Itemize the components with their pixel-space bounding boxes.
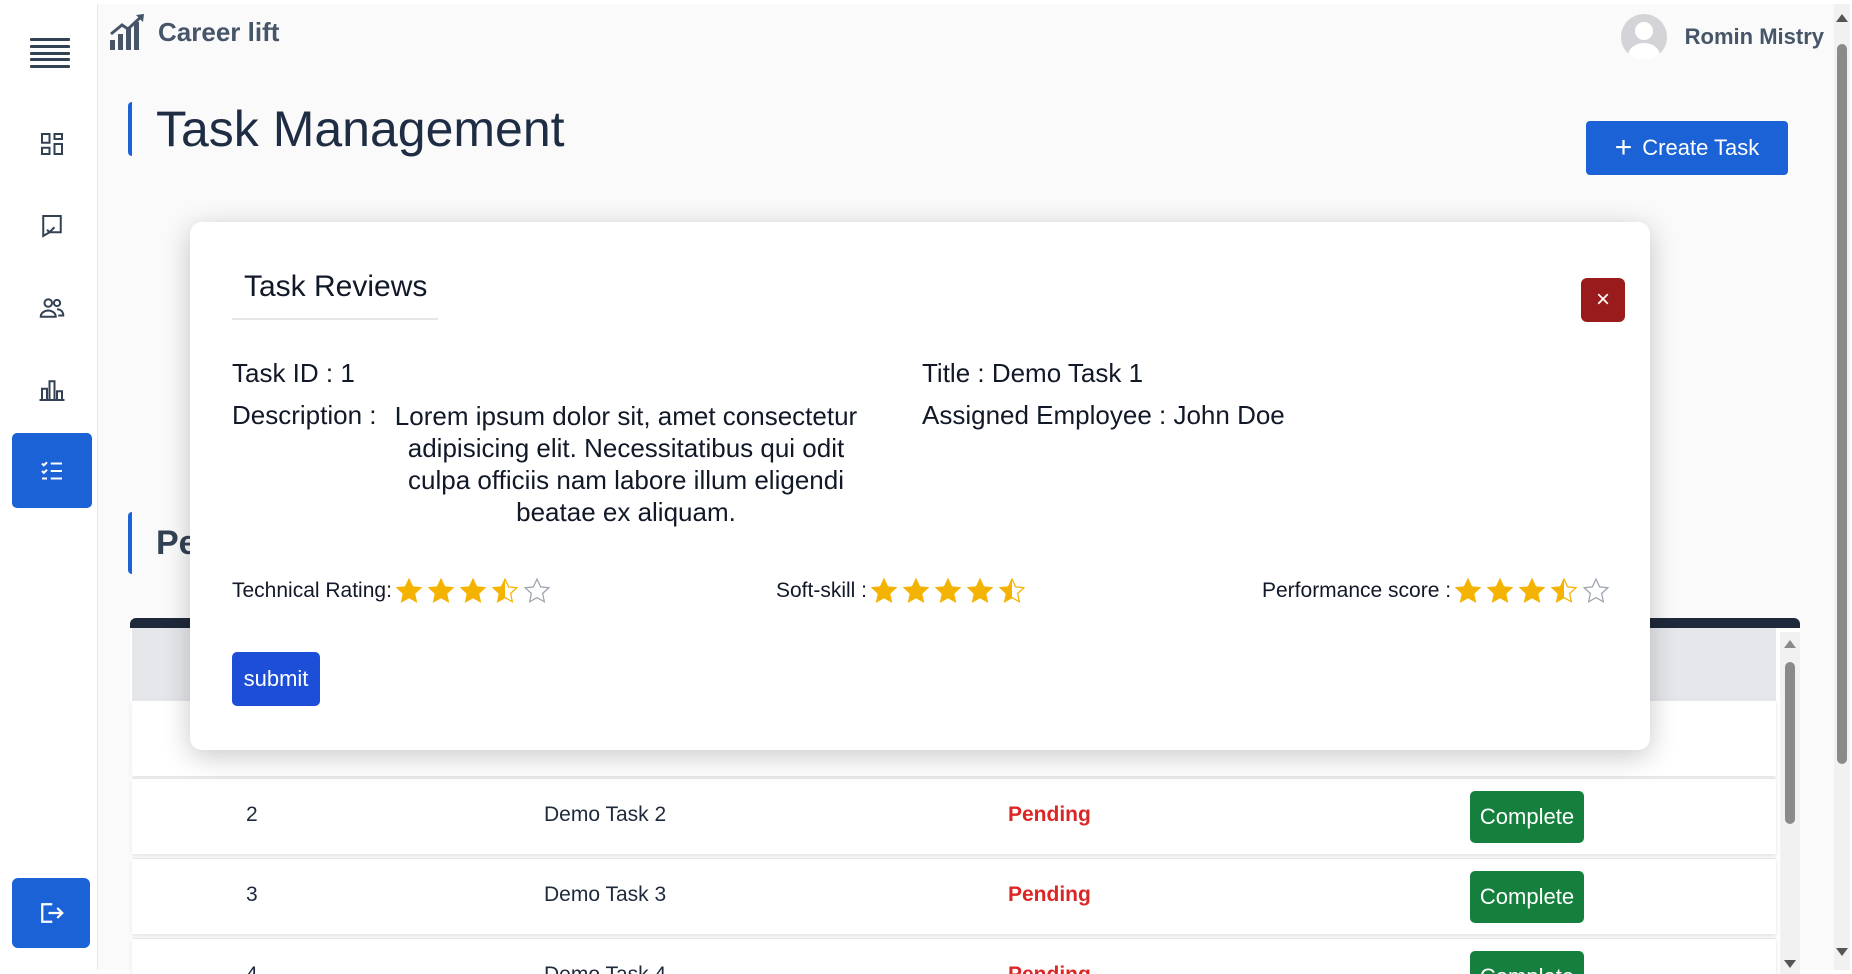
task-id-field: Task ID : 1: [232, 358, 355, 388]
description-text: Lorem ipsum dolor sit, amet consectetur …: [394, 401, 858, 527]
plus-icon: +: [1614, 131, 1633, 164]
logout-icon: [41, 903, 64, 923]
task-review-modal: Task Reviews × Task ID : 1 Title : Demo …: [190, 222, 1650, 750]
scroll-up-arrow-icon[interactable]: [1784, 640, 1796, 648]
star-rating[interactable]: [394, 576, 554, 606]
scroll-down-arrow-icon[interactable]: [1836, 948, 1848, 956]
star-full-icon[interactable]: [965, 576, 997, 606]
complete-button[interactable]: Complete: [1470, 791, 1584, 843]
star-full-icon[interactable]: [901, 576, 933, 606]
page-scrollbar[interactable]: [1834, 4, 1850, 970]
star-full-icon[interactable]: [458, 576, 490, 606]
bar-chart-icon: [39, 380, 65, 401]
star-full-icon[interactable]: [1453, 576, 1485, 606]
page-title-container: Task Management: [128, 101, 565, 157]
checklist-icon: [41, 461, 62, 479]
scrollbar-thumb[interactable]: [1837, 44, 1847, 764]
sidebar-item-tasks-check[interactable]: [24, 198, 80, 254]
create-task-label: Create Task: [1642, 135, 1760, 160]
cell-task-id: 2: [246, 803, 258, 826]
rating-label: Technical Rating:: [232, 579, 392, 602]
avatar: [1620, 14, 1667, 60]
section-title-container: Pe: [128, 512, 198, 574]
table-scrollbar[interactable]: [1780, 632, 1800, 974]
scroll-down-arrow-icon[interactable]: [1784, 960, 1796, 968]
rating-label: Performance score :: [1262, 579, 1452, 602]
sidebar-item-task-list[interactable]: [12, 433, 92, 508]
rating-label: Soft-skill :: [776, 579, 868, 602]
star-half-icon[interactable]: [997, 576, 1029, 606]
scroll-up-arrow-icon[interactable]: [1836, 14, 1848, 22]
technical-rating: Technical Rating:: [232, 576, 554, 606]
description-label: Description :: [232, 400, 377, 430]
chat-check-icon: [42, 215, 62, 238]
cell-task-title: Demo Task 3: [544, 883, 667, 906]
dashboard-icon: [41, 133, 63, 155]
status-badge: Pending: [1008, 803, 1091, 826]
status-badge: Pending: [1008, 963, 1091, 974]
star-rating[interactable]: [1453, 576, 1613, 606]
assigned-employee-field: Assigned Employee : John Doe: [922, 400, 1285, 430]
users-icon: [39, 298, 65, 318]
soft-skill-rating: Soft-skill :: [776, 576, 1029, 606]
star-full-icon[interactable]: [933, 576, 965, 606]
table-row: 3 Demo Task 3 Pending Complete: [132, 858, 1776, 934]
complete-button[interactable]: Complete: [1470, 871, 1584, 923]
star-full-icon[interactable]: [1517, 576, 1549, 606]
user-name: Romin Mistry: [1684, 24, 1824, 49]
cell-task-title: Demo Task 4: [544, 963, 666, 974]
sidebar: [6, 4, 98, 970]
growth-chart-logo-icon: [110, 14, 144, 50]
submit-button[interactable]: submit: [232, 652, 320, 706]
sidebar-item-users[interactable]: [24, 280, 80, 336]
cell-task-id: 3: [246, 883, 258, 906]
cell-task-title: Demo Task 2: [544, 803, 667, 826]
scrollbar-thumb[interactable]: [1785, 662, 1795, 824]
star-rating[interactable]: [869, 576, 1029, 606]
table-row: 4 Demo Task 4 Pending Complete: [132, 938, 1776, 974]
cell-task-id: 4: [246, 963, 258, 974]
star-full-icon[interactable]: [426, 576, 458, 606]
complete-button[interactable]: Complete: [1470, 951, 1584, 974]
star-empty-icon[interactable]: [522, 576, 554, 606]
task-title-field: Title : Demo Task 1: [922, 358, 1144, 388]
close-button[interactable]: ×: [1581, 278, 1625, 322]
star-full-icon[interactable]: [869, 576, 901, 606]
brand[interactable]: Career lift: [108, 12, 279, 52]
page-title: Task Management: [156, 101, 565, 157]
hamburger-menu-icon[interactable]: [30, 38, 70, 68]
star-half-icon[interactable]: [1549, 576, 1581, 606]
create-task-button[interactable]: + Create Task: [1586, 121, 1788, 175]
table-row: 2 Demo Task 2 Pending Complete: [132, 778, 1776, 854]
modal-title: Task Reviews: [232, 270, 438, 320]
brand-name: Career lift: [158, 16, 280, 47]
star-empty-icon[interactable]: [1581, 576, 1613, 606]
logout-button[interactable]: [12, 878, 90, 948]
status-badge: Pending: [1008, 883, 1091, 906]
sidebar-item-analytics[interactable]: [24, 362, 80, 418]
sidebar-item-dashboard[interactable]: [24, 116, 80, 172]
user-menu[interactable]: Romin Mistry: [1620, 14, 1824, 60]
performance-score-rating: Performance score :: [1262, 576, 1613, 606]
star-full-icon[interactable]: [394, 576, 426, 606]
star-full-icon[interactable]: [1485, 576, 1517, 606]
star-half-icon[interactable]: [490, 576, 522, 606]
